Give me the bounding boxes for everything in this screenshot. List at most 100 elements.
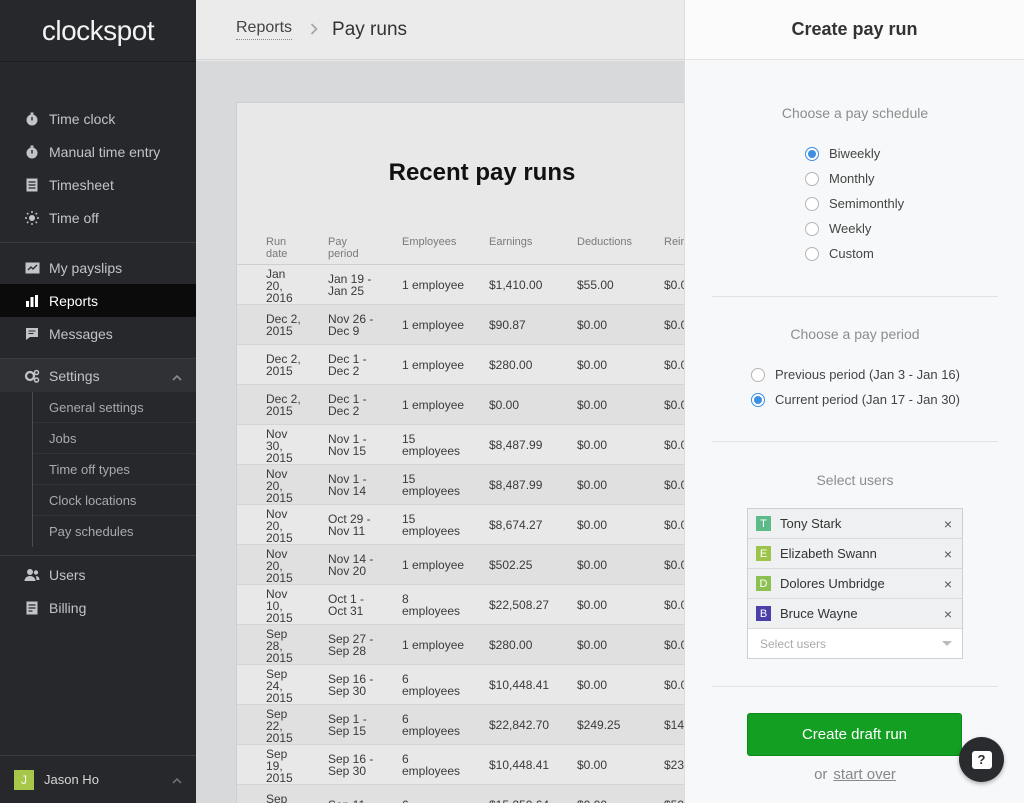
cell-earnings: $10,448.41	[489, 678, 550, 692]
breadcrumb-reports[interactable]: Reports	[236, 19, 293, 40]
radio-button[interactable]	[805, 196, 819, 211]
sidebar-item-messages[interactable]: Messages	[0, 317, 196, 350]
sidebar-subitem-clock-locations[interactable]: Clock locations	[33, 485, 196, 516]
sidebar-subitem-general-settings[interactable]: General settings	[33, 392, 196, 423]
chevron-up-icon[interactable]	[172, 771, 182, 789]
sidebar-item-time-off[interactable]: Time off	[0, 201, 196, 234]
table-row[interactable]: Nov 30, 2015 Nov 1 - Nov 15 15 employees $8…	[237, 425, 684, 465]
cell-deductions: $249.25	[577, 718, 621, 732]
table-row[interactable]: Sep 24, 2015 Sep 16 - Sep 30 6 employees $1…	[237, 665, 684, 705]
table-row[interactable]: Sep 28, 2015 Sep 27 - Sep 28 1 employee $28…	[237, 625, 684, 665]
nav-group-settings: Settings General settings Jobs Time off …	[0, 359, 196, 556]
select-users-dropdown[interactable]: Select users	[748, 629, 962, 658]
table-row[interactable]: Nov 20, 2015 Oct 29 - Nov 11 15 employees $…	[237, 505, 684, 545]
cell-reimbursements: $50	[664, 799, 684, 803]
cell-run-date: Nov 30, 2015	[266, 427, 293, 465]
remove-user-icon[interactable]: ×	[942, 606, 954, 622]
table-row[interactable]: Dec 2, 2015 Dec 1 - Dec 2 1 employee $0.00 $…	[237, 385, 684, 425]
cell-employees: 1 employee	[402, 638, 465, 652]
column-header-run-date[interactable]: Run date	[266, 236, 287, 260]
sidebar-item-manual-time-entry[interactable]: Manual time entry	[0, 135, 196, 168]
sidebar-subitem-pay-schedules[interactable]: Pay schedules	[33, 516, 196, 547]
column-header-pay-period[interactable]: Pay period	[328, 236, 359, 260]
radio-current-period[interactable]: Current period (Jan 17 - Jan 30)	[751, 387, 960, 412]
cell-reimbursements: $0.00	[664, 558, 684, 572]
page-title: Pay runs	[332, 18, 408, 40]
cell-employees: 15 employees	[402, 472, 461, 498]
sidebar-subitem-jobs[interactable]: Jobs	[33, 423, 196, 454]
cell-reimbursements: $0.00	[664, 278, 684, 292]
create-draft-run-button[interactable]: Create draft run	[747, 713, 962, 756]
sidebar-item-billing[interactable]: Billing	[0, 591, 196, 624]
cell-run-date: Nov 20, 2015	[266, 547, 293, 585]
table-row[interactable]: Nov 20, 2015 Nov 14 - Nov 20 1 employee $50…	[237, 545, 684, 585]
sidebar-item-label: Timesheet	[49, 176, 114, 193]
radio-biweekly[interactable]: Biweekly	[805, 141, 904, 166]
column-header-reimbursements[interactable]: Reimb	[664, 236, 684, 248]
cell-reimbursements: $0.00	[664, 358, 684, 372]
cell-deductions: $0.00	[577, 318, 608, 332]
table-row[interactable]: Nov 10, 2015 Oct 1 - Oct 31 8 employees $22…	[237, 585, 684, 625]
radio-previous-period[interactable]: Previous period (Jan 3 - Jan 16)	[751, 362, 960, 387]
radio-button[interactable]	[751, 392, 765, 407]
table-row[interactable]: Dec 2, 2015 Nov 26 - Dec 9 1 employee $90.8…	[237, 305, 684, 345]
cell-deductions: $0.00	[577, 799, 607, 803]
chevron-right-icon	[310, 19, 318, 40]
cell-run-date: Jan 20, 2016	[266, 267, 293, 305]
table-row[interactable]: Sep 22, 2015 Sep 1 - Sep 15 6 employees $22…	[237, 705, 684, 745]
remove-user-icon[interactable]: ×	[942, 516, 954, 532]
table-row[interactable]: Jan 20, 2016 Jan 19 - Jan 25 1 employee $1,…	[237, 265, 684, 305]
sidebar-item-time-clock[interactable]: Time clock	[0, 102, 196, 135]
start-over-link[interactable]: start over	[833, 766, 896, 783]
table-row[interactable]: Dec 2, 2015 Dec 1 - Dec 2 1 employee $280.0…	[237, 345, 684, 385]
radio-weekly[interactable]: Weekly	[805, 216, 904, 241]
radio-button[interactable]	[805, 146, 819, 161]
sidebar-item-timesheet[interactable]: Timesheet	[0, 168, 196, 201]
cell-run-date: Sep 17,	[266, 792, 288, 803]
help-button[interactable]: ?	[959, 737, 1004, 782]
cell-employees: 6	[402, 799, 409, 803]
user-name: Tony Stark	[780, 516, 842, 531]
timesheet-icon	[24, 177, 40, 193]
clockspot-logo[interactable]: clockspot	[0, 0, 196, 62]
divider	[712, 686, 998, 687]
caret-down-icon	[942, 641, 952, 646]
sidebar-item-settings[interactable]: Settings	[0, 359, 196, 392]
remove-user-icon[interactable]: ×	[942, 546, 954, 562]
table-row[interactable]: Nov 20, 2015 Nov 1 - Nov 14 15 employees $8…	[237, 465, 684, 505]
sidebar-item-my-payslips[interactable]: My payslips	[0, 251, 196, 284]
cell-pay-period: Nov 1 - Nov 15	[328, 432, 367, 458]
radio-monthly[interactable]: Monthly	[805, 166, 904, 191]
radio-button[interactable]	[805, 171, 819, 186]
current-user-menu[interactable]: J Jason Ho	[0, 755, 196, 803]
sidebar-item-reports[interactable]: Reports	[0, 284, 196, 317]
cell-pay-period: Sep 27 - Sep 28	[328, 632, 374, 658]
radio-custom[interactable]: Custom	[805, 241, 904, 266]
radio-semimonthly[interactable]: Semimonthly	[805, 191, 904, 216]
sidebar-item-users[interactable]: Users	[0, 558, 196, 591]
panel-title: Create pay run	[685, 0, 1024, 60]
remove-user-icon[interactable]: ×	[942, 576, 954, 592]
pay-runs-card: Recent pay runs Run date Pay period Empl…	[236, 102, 684, 803]
page-header: Reports Pay runs	[196, 0, 684, 60]
radio-button[interactable]	[751, 367, 765, 382]
cell-run-date: Dec 2, 2015	[266, 312, 301, 338]
column-header-earnings[interactable]: Earnings	[489, 236, 532, 248]
chevron-up-icon[interactable]	[172, 368, 182, 384]
nav-group-time: Time clock Manual time entry Timesheet T…	[0, 62, 196, 243]
cell-run-date: Nov 20, 2015	[266, 467, 293, 505]
nav-group-reports: My payslips Reports Messages	[0, 243, 196, 359]
pay-schedule-options: Biweekly Monthly Semimonthly Weekly Cust…	[805, 141, 904, 266]
cell-earnings: $280.00	[489, 638, 533, 652]
sidebar-subitem-time-off-types[interactable]: Time off types	[33, 454, 196, 485]
table-row[interactable]: Sep 17, Sep 11 - 6 $15,250.64 $0.00 $50	[237, 785, 684, 803]
radio-button[interactable]	[805, 246, 819, 261]
sidebar-item-label: Manual time entry	[49, 143, 161, 160]
table-header: Run date Pay period Employees Earnings D…	[237, 233, 684, 265]
table-row[interactable]: Sep 19, 2015 Sep 16 - Sep 30 6 employees $1…	[237, 745, 684, 785]
cell-earnings: $10,448.41	[489, 758, 550, 772]
radio-button[interactable]	[805, 221, 819, 236]
column-header-employees[interactable]: Employees	[402, 236, 456, 248]
column-header-deductions[interactable]: Deductions	[577, 236, 632, 248]
selected-user-dolores-umbridge: D Dolores Umbridge ×	[748, 569, 962, 599]
